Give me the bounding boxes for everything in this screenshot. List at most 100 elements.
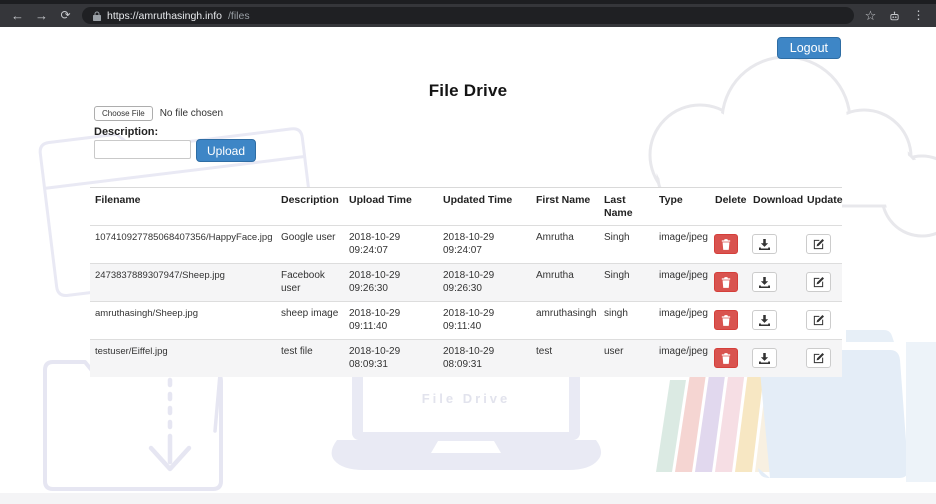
download-icon	[759, 276, 770, 288]
cell-first-name: test	[531, 339, 599, 378]
cell-filename: testuser/Eiffel.jpg	[90, 339, 276, 378]
cell-upload-time: 2018-10-29 08:09:31	[344, 339, 438, 378]
column-header-download: Download	[750, 186, 804, 227]
update-button[interactable]	[806, 348, 831, 369]
laptop-screen-text: File Drive	[422, 391, 511, 406]
no-file-chosen-text: No file chosen	[159, 108, 224, 119]
delete-button[interactable]	[714, 348, 738, 369]
description-input[interactable]	[94, 140, 191, 159]
bookmark-star-icon[interactable]: ☆	[863, 4, 878, 27]
file-table-body: 107410927785068407356/HappyFace.jpg Googl…	[90, 225, 842, 378]
download-folder-watermark	[43, 357, 223, 491]
column-header-delete: Delete	[712, 186, 750, 227]
cell-updated-time: 2018-10-29 09:11:40	[438, 301, 531, 340]
forward-arrow-icon[interactable]: →	[34, 4, 49, 27]
cell-upload-time: 2018-10-29 09:24:07	[344, 225, 438, 264]
download-icon	[759, 238, 770, 250]
column-header-filename: Filename	[90, 186, 276, 227]
edit-icon	[813, 314, 824, 325]
cell-updated-time: 2018-10-29 08:09:31	[438, 339, 531, 378]
cell-updated-time: 2018-10-29 09:24:07	[438, 225, 531, 264]
file-row: 107410927785068407356/HappyFace.jpg Googl…	[90, 225, 842, 264]
cell-last-name: Singh	[599, 263, 654, 302]
trash-icon	[721, 314, 731, 326]
cell-description: Google user	[276, 225, 344, 264]
cell-last-name: user	[599, 339, 654, 378]
refresh-icon[interactable]: ⟳	[58, 4, 73, 27]
cell-type: image/jpeg	[654, 301, 712, 340]
download-icon	[759, 314, 770, 326]
cell-type: image/jpeg	[654, 339, 712, 378]
browser-toolbar: ← → ⟳ https://amruthasingh.info/files ☆ …	[0, 4, 936, 27]
file-row: amruthasingh/Sheep.jpg sheep image 2018-10…	[90, 301, 842, 340]
download-button[interactable]	[752, 348, 777, 369]
update-button[interactable]	[806, 310, 831, 331]
cell-update	[804, 301, 842, 340]
back-arrow-icon[interactable]: ←	[10, 4, 25, 27]
download-button[interactable]	[752, 272, 777, 293]
lock-icon	[93, 11, 101, 21]
cell-type: image/jpeg	[654, 263, 712, 302]
edit-icon	[813, 352, 824, 363]
delete-button[interactable]	[714, 272, 738, 293]
cell-download	[750, 263, 804, 302]
download-icon	[759, 352, 770, 364]
cell-upload-time: 2018-10-29 09:11:40	[344, 301, 438, 340]
column-header-description: Description	[276, 186, 344, 227]
update-button[interactable]	[806, 234, 831, 255]
trash-icon	[721, 238, 731, 250]
download-button[interactable]	[752, 310, 777, 331]
trash-icon	[721, 352, 731, 364]
cell-first-name: amruthasingh	[531, 301, 599, 340]
cell-last-name: Singh	[599, 225, 654, 264]
cell-delete	[712, 263, 750, 302]
trash-icon	[721, 276, 731, 288]
cell-delete	[712, 225, 750, 264]
cell-description: Facebook user	[276, 263, 344, 302]
delete-button[interactable]	[714, 310, 738, 331]
column-header-first-name: First Name	[531, 186, 599, 227]
delete-button[interactable]	[714, 234, 738, 255]
cell-last-name: singh	[599, 301, 654, 340]
cell-updated-time: 2018-10-29 09:26:30	[438, 263, 531, 302]
cell-update	[804, 339, 842, 378]
cell-download	[750, 225, 804, 264]
floor-strip	[0, 493, 936, 504]
cell-download	[750, 301, 804, 340]
file-row: 2473837889307947/Sheep.jpg Facebook user 2…	[90, 263, 842, 302]
choose-file-button[interactable]: Choose File	[94, 106, 153, 121]
cell-update	[804, 225, 842, 264]
browser-window: ← → ⟳ https://amruthasingh.info/files ☆ …	[0, 0, 936, 504]
cell-upload-time: 2018-10-29 09:26:30	[344, 263, 438, 302]
edit-icon	[813, 276, 824, 287]
cell-filename: amruthasingh/Sheep.jpg	[90, 301, 276, 340]
upload-button[interactable]: Upload	[196, 139, 257, 162]
column-header-type: Type	[654, 186, 712, 227]
column-header-last-name: Last Name	[599, 186, 654, 227]
cell-update	[804, 263, 842, 302]
extensions-icon[interactable]	[887, 4, 902, 27]
cell-delete	[712, 339, 750, 378]
cell-download	[750, 339, 804, 378]
url-host: https://amruthasingh.info	[107, 9, 222, 22]
cell-description: sheep image	[276, 301, 344, 340]
description-label: Description:	[94, 126, 159, 138]
logout-button[interactable]: Logout	[776, 37, 841, 59]
cell-first-name: Amrutha	[531, 263, 599, 302]
download-button[interactable]	[752, 234, 777, 255]
cell-description: test file	[276, 339, 344, 378]
cell-first-name: Amrutha	[531, 225, 599, 264]
file-table: Filename Description Upload Time Updated Ti…	[90, 186, 843, 378]
update-button[interactable]	[806, 272, 831, 293]
url-path: /files	[227, 9, 250, 22]
file-row: testuser/Eiffel.jpg test file 2018-10-29 0…	[90, 339, 842, 378]
column-header-updated-time: Updated Time	[438, 186, 531, 227]
cell-type: image/jpeg	[654, 225, 712, 264]
page-content: File Drive Logout File Drive Choose File	[0, 27, 936, 504]
column-header-update: Update	[804, 186, 843, 227]
menu-dots-icon[interactable]: ⋮	[911, 4, 926, 27]
column-header-upload-time: Upload Time	[344, 186, 438, 227]
cell-filename: 2473837889307947/Sheep.jpg	[90, 263, 276, 302]
address-bar[interactable]: https://amruthasingh.info/files	[82, 7, 854, 24]
edit-icon	[813, 238, 824, 249]
